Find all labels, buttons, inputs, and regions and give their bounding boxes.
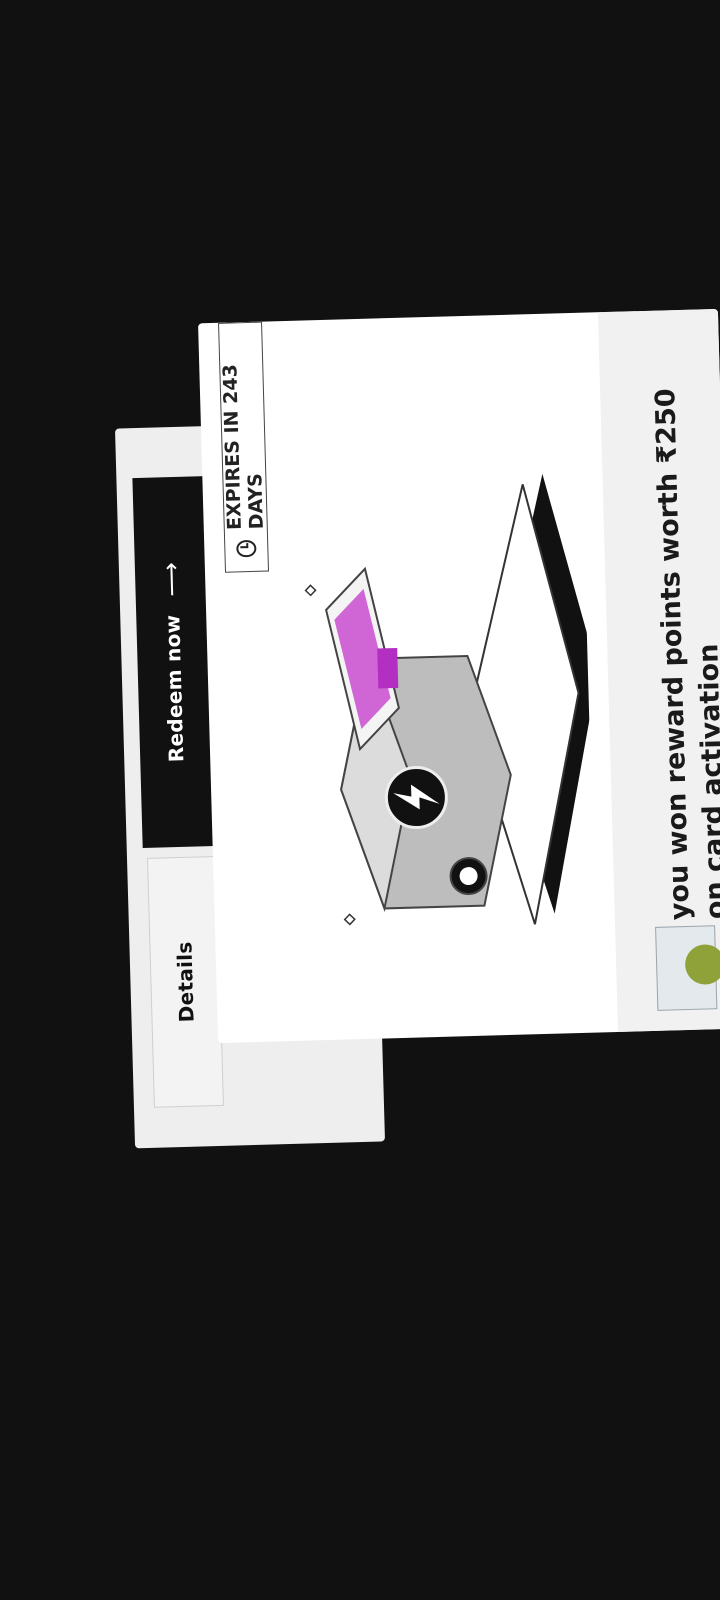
instant-camera-illustration — [304, 473, 596, 926]
reward-footer: you won reward points worth ₹250 on card… — [597, 308, 720, 1032]
ticket-icon — [655, 925, 720, 1011]
details-button-label: Details — [172, 941, 199, 1023]
details-button[interactable]: Details — [146, 855, 224, 1108]
reward-title: you won reward points worth ₹250 on card… — [646, 319, 720, 921]
redeem-button-label: Redeem now — [160, 614, 189, 763]
reward-card[interactable]: EXPIRES IN 243 DAYS you won reward point… — [198, 308, 720, 1044]
sparkle-icon — [343, 913, 356, 926]
expiry-text: EXPIRES IN 243 DAYS — [219, 363, 268, 531]
arrow-right-icon: ⟶ — [156, 561, 186, 598]
sparkle-icon — [304, 584, 317, 597]
coin-icon — [684, 943, 720, 986]
redeem-now-button[interactable]: Redeem now ⟶ — [132, 476, 215, 849]
photo-tab — [377, 647, 399, 689]
expiry-badge: EXPIRES IN 243 DAYS — [218, 321, 270, 573]
clock-icon — [236, 539, 257, 558]
